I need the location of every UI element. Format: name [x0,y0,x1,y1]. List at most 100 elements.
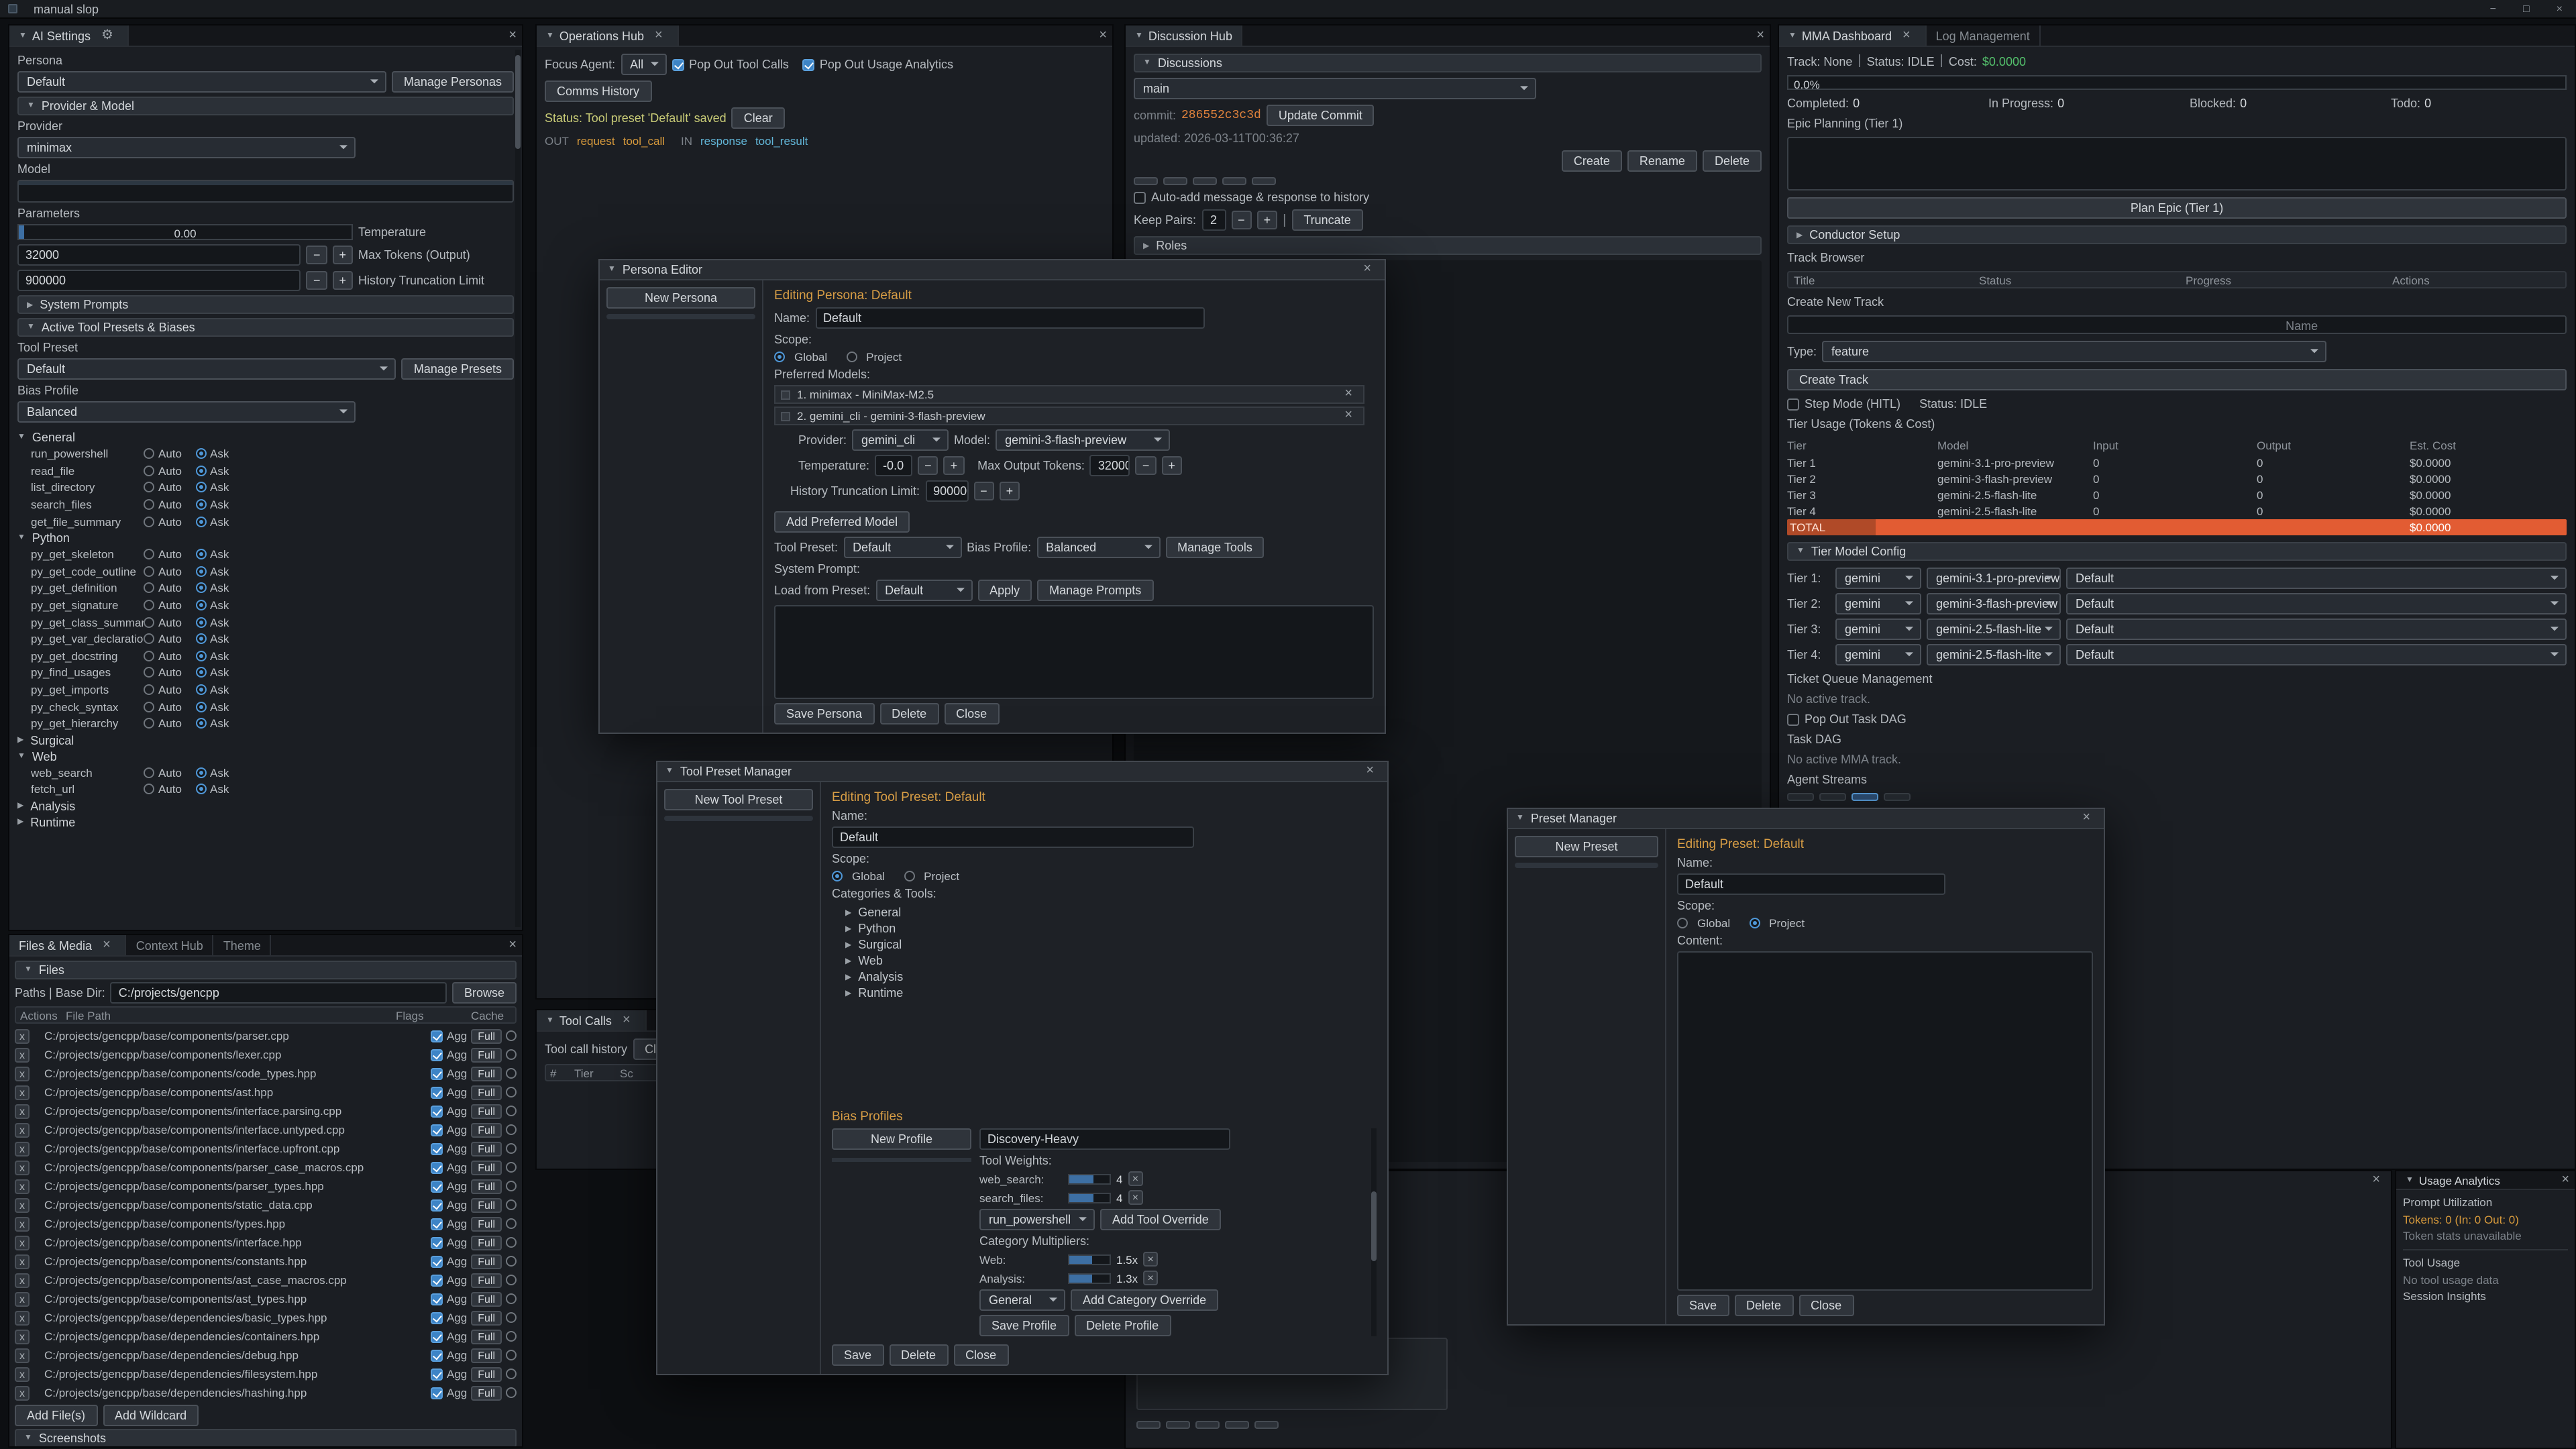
full-button[interactable]: Full [471,1141,502,1156]
tool-group-header[interactable]: ▼ Web [17,748,514,764]
delete-profile-button[interactable]: Delete Profile [1074,1315,1171,1336]
ask-radio[interactable] [195,482,206,493]
ask-radio[interactable] [195,651,206,661]
delete-discussion-button[interactable]: Delete [1703,150,1762,172]
provider-select[interactable]: minimax [17,137,356,158]
manage-prompts-button[interactable]: Manage Prompts [1037,580,1153,601]
tool-group-header[interactable]: ▶ Runtime [17,814,514,830]
composer-action-button[interactable] [1225,1421,1249,1429]
entry-action-button[interactable] [1163,177,1187,185]
param-input[interactable]: 900000 [17,270,301,291]
composer-action-button[interactable] [1254,1421,1279,1429]
save-profile-button[interactable]: Save Profile [979,1315,1069,1336]
drag-handle-icon[interactable] [781,390,790,399]
ask-radio[interactable] [195,767,206,778]
composer-action-button[interactable] [1195,1421,1220,1429]
remove-file-button[interactable]: x [15,1216,30,1231]
remove-multiplier-button[interactable]: × [1143,1271,1158,1285]
remove-weight-button[interactable]: × [1128,1190,1142,1205]
remove-file-button[interactable]: x [15,1273,30,1287]
agg-checkbox[interactable] [431,1161,443,1173]
tab-log-management[interactable]: Log Management [1927,25,2041,46]
add-preferred-model-button[interactable]: Add Preferred Model [774,511,910,533]
tool-group-header[interactable]: ▼ General [17,429,514,445]
global-radio[interactable] [1677,918,1688,928]
agg-checkbox[interactable] [431,1049,443,1061]
tier-model-select[interactable]: gemini-2.5-flash-lite [1927,619,2061,640]
multiplier-slider[interactable] [1068,1254,1111,1265]
temperature-slider[interactable]: 0.00 [17,224,353,240]
history-truncation-input[interactable]: 900000 [925,480,968,502]
remove-file-button[interactable]: x [15,1085,30,1099]
full-button[interactable]: Full [471,1179,502,1193]
global-radio[interactable] [774,352,785,362]
persona-list-item[interactable] [606,314,755,319]
cache-radio[interactable] [506,1124,517,1135]
tier-preset-select[interactable]: Default [2066,644,2567,665]
agg-checkbox[interactable] [431,1030,443,1042]
update-commit-button[interactable]: Update Commit [1267,105,1375,126]
cache-radio[interactable] [506,1237,517,1248]
active-presets-section-header[interactable]: ▼ Active Tool Presets & Biases [17,318,514,337]
full-button[interactable]: Full [471,1085,502,1099]
model-option[interactable] [19,197,513,201]
pref-provider-select[interactable]: gemini_cli [852,429,949,451]
auto-radio[interactable] [144,784,154,795]
agg-checkbox[interactable] [431,1349,443,1361]
close-icon[interactable]: × [503,938,522,952]
composer-action-button[interactable] [1166,1421,1190,1429]
full-button[interactable]: Full [471,1197,502,1212]
rename-discussion-button[interactable]: Rename [1627,150,1697,172]
gear-icon[interactable]: ⚙ [96,29,119,42]
tier-model-select[interactable]: gemini-2.5-flash-lite [1927,644,2061,665]
ask-radio[interactable] [195,718,206,729]
apply-button[interactable]: Apply [977,580,1032,601]
save-button[interactable]: Save [1677,1295,1729,1316]
tab-operations-hub[interactable]: ▼ Operations Hub × [537,25,679,46]
agg-checkbox[interactable] [431,1124,443,1136]
tab-usage-analytics[interactable]: ▼ Usage Analytics [2396,1171,2510,1189]
new-tool-preset-button[interactable]: New Tool Preset [664,789,813,810]
project-radio[interactable] [904,871,914,881]
agg-checkbox[interactable] [431,1274,443,1286]
decrement-button[interactable]: − [973,482,994,500]
minimize-icon[interactable]: − [2485,3,2502,15]
add-wildcard-button[interactable]: Add Wildcard [103,1405,199,1426]
manage-tools-button[interactable]: Manage Tools [1165,537,1265,558]
tab-context-hub[interactable]: Context Hub [127,935,214,955]
tab-discussion-hub[interactable]: ▼ Discussion Hub [1126,25,1243,46]
close-icon[interactable]: × [97,938,116,952]
ask-radio[interactable] [195,633,206,644]
increment-button[interactable]: + [1161,456,1182,475]
clear-status-button[interactable]: Clear [732,107,785,129]
cache-radio[interactable] [506,1218,517,1229]
persona-name-input[interactable]: Default [815,307,1204,329]
track-name-input[interactable]: Name [1787,315,2567,334]
increment-button[interactable]: + [1257,211,1278,229]
manage-presets-button[interactable]: Manage Presets [402,358,514,380]
auto-radio[interactable] [144,583,154,594]
preset-content-textarea[interactable] [1677,951,2093,1291]
global-radio[interactable] [832,871,843,881]
entry-action-button[interactable] [1252,177,1276,185]
agg-checkbox[interactable] [431,1330,443,1342]
multiplier-slider[interactable] [1068,1273,1111,1283]
category-tree-item[interactable]: ▶ Python [832,920,1377,936]
auto-radio[interactable] [144,549,154,560]
remove-file-button[interactable]: x [15,1291,30,1306]
add-category-override-button[interactable]: Add Category Override [1071,1289,1218,1311]
conductor-setup-section-header[interactable]: ▶ Conductor Setup [1787,225,2567,244]
composer-action-button[interactable] [1136,1421,1161,1429]
close-icon[interactable]: × [649,29,668,42]
entry-action-button[interactable] [1222,177,1246,185]
agg-checkbox[interactable] [431,1236,443,1248]
persona-tool-preset-select[interactable]: Default [843,537,961,558]
close-button[interactable]: Close [1799,1295,1854,1316]
delete-button[interactable]: Delete [889,1344,948,1366]
step-mode-checkbox[interactable] [1787,398,1799,410]
auto-radio[interactable] [144,718,154,729]
full-button[interactable]: Full [471,1348,502,1362]
delete-button[interactable]: Delete [1734,1295,1793,1316]
remove-file-button[interactable]: x [15,1197,30,1212]
close-icon[interactable]: × [2077,812,2096,825]
